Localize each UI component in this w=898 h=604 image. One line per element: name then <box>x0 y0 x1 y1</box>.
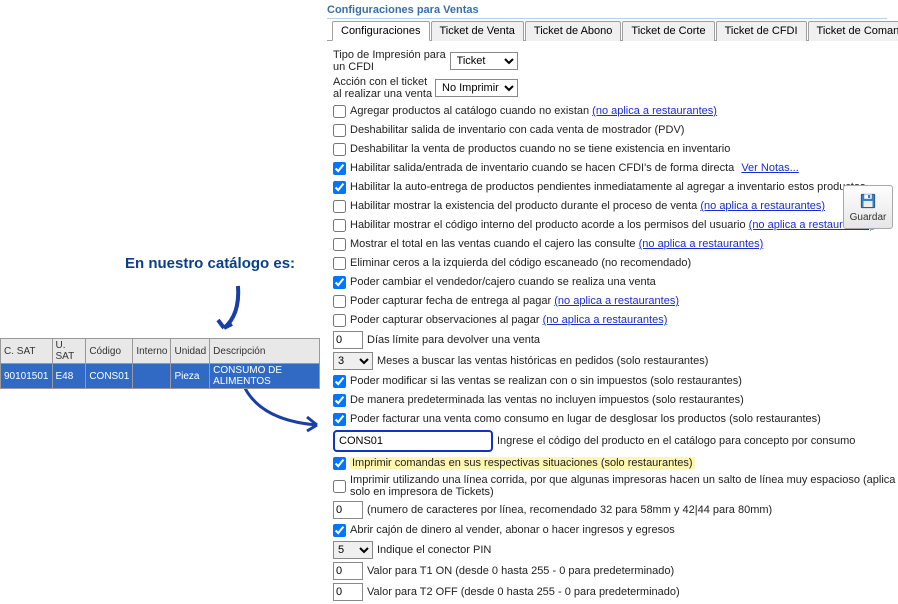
cb-mostrar-total[interactable] <box>333 238 346 251</box>
cell-csat: 90101501 <box>1 364 53 389</box>
cell-interno <box>133 364 171 389</box>
cb-agregar-productos[interactable] <box>333 105 346 118</box>
col-csat: C. SAT <box>1 339 53 364</box>
lbl-predeterminada: De manera predeterminada las ventas no i… <box>350 394 744 406</box>
tab-ticket-venta[interactable]: Ticket de Venta <box>431 21 524 41</box>
cb-deshab-salida[interactable] <box>333 124 346 137</box>
lbl-t2-off: Valor para T2 OFF (desde 0 hasta 255 - 0… <box>367 586 680 598</box>
arrow-down-icon <box>210 280 250 340</box>
tab-ticket-cfdi[interactable]: Ticket de CFDI <box>716 21 807 41</box>
tab-ticket-comanda[interactable]: Ticket de Comanda <box>808 21 898 41</box>
lbl-conector-pin: Indique el conector PIN <box>377 544 491 556</box>
tab-configuraciones[interactable]: Configuraciones <box>332 21 430 41</box>
cb-abrir-cajon[interactable] <box>333 524 346 537</box>
tab-ticket-corte[interactable]: Ticket de Corte <box>622 21 714 41</box>
lbl-habilitar-cfdi: Habilitar salida/entrada de inventario c… <box>350 162 799 174</box>
lbl-abrir-cajon: Abrir cajón de dinero al vender, abonar … <box>350 524 675 536</box>
cb-existencia[interactable] <box>333 200 346 213</box>
select-meses[interactable]: 3 <box>333 352 373 370</box>
link-ver-notas[interactable]: Ver Notas... <box>741 162 798 174</box>
input-dias-devolver[interactable] <box>333 331 363 349</box>
lbl-cambiar-vendedor: Poder cambiar el vendedor/cajero cuando … <box>350 276 656 288</box>
cell-descripcion: CONSUMO DE ALIMENTOS <box>210 364 320 389</box>
cb-deshab-venta[interactable] <box>333 143 346 156</box>
cell-unidad: Pieza <box>171 364 210 389</box>
cell-codigo: CONS01 <box>86 364 133 389</box>
cb-linea-corrida[interactable] <box>333 480 346 493</box>
cb-auto-entrega[interactable] <box>333 181 346 194</box>
cb-habilitar-cfdi[interactable] <box>333 162 346 175</box>
col-descripcion: Descripción <box>210 339 320 364</box>
lbl-agregar-productos: Agregar productos al catálogo cuando no … <box>350 105 717 117</box>
cb-modificar-impuestos[interactable] <box>333 375 346 388</box>
tab-ticket-abono[interactable]: Ticket de Abono <box>525 21 621 41</box>
lbl-t1-on: Valor para T1 ON (desde 0 hasta 255 - 0 … <box>367 565 674 577</box>
cb-fecha-entrega[interactable] <box>333 295 346 308</box>
col-interno: Interno <box>133 339 171 364</box>
cb-observaciones[interactable] <box>333 314 346 327</box>
floppy-disk-icon <box>859 192 877 210</box>
select-accion-ticket[interactable]: No Imprimir <box>435 79 518 97</box>
lbl-observaciones: Poder capturar observaciones al pagar (n… <box>350 314 667 326</box>
lbl-fecha-entrega: Poder capturar fecha de entrega al pagar… <box>350 295 679 307</box>
lbl-meses: Meses a buscar las ventas históricas en … <box>377 355 708 367</box>
lbl-existencia: Habilitar mostrar la existencia del prod… <box>350 200 825 212</box>
catalog-table: C. SAT U. SAT Código Interno Unidad Desc… <box>0 338 320 389</box>
col-codigo: Código <box>86 339 133 364</box>
save-button[interactable]: Guardar <box>843 185 893 229</box>
col-usat: U. SAT <box>52 339 86 364</box>
save-label: Guardar <box>850 212 887 223</box>
lbl-num-caracteres: (numero de caracteres por línea, recomen… <box>367 504 772 516</box>
input-num-caracteres[interactable] <box>333 501 363 519</box>
cb-imprimir-comandas[interactable] <box>333 457 346 470</box>
label-accion-ticket: Acción con el ticket al realizar una ven… <box>333 76 435 100</box>
lbl-mostrar-total: Mostrar el total en las ventas cuando el… <box>350 238 763 250</box>
lbl-codigo-consumo: Ingrese el código del producto en el cat… <box>497 435 855 447</box>
cell-usat: E48 <box>52 364 86 389</box>
lbl-deshab-salida: Deshabilitar salida de inventario con ca… <box>350 124 684 136</box>
lbl-eliminar-ceros: Eliminar ceros a la izquierda del código… <box>350 257 691 269</box>
table-row[interactable]: 90101501 E48 CONS01 Pieza CONSUMO DE ALI… <box>1 364 320 389</box>
input-codigo-consumo[interactable] <box>333 430 493 452</box>
input-t1-on[interactable] <box>333 562 363 580</box>
lbl-facturar-consumo: Poder facturar una venta como consumo en… <box>350 413 821 425</box>
table-header-row: C. SAT U. SAT Código Interno Unidad Desc… <box>1 339 320 364</box>
label-tipo-impresion: Tipo de Impresión para un CFDI <box>333 49 450 73</box>
cb-eliminar-ceros[interactable] <box>333 257 346 270</box>
cb-cambiar-vendedor[interactable] <box>333 276 346 289</box>
select-conector-pin[interactable]: 5 <box>333 541 373 559</box>
tab-bar: Configuraciones Ticket de Venta Ticket d… <box>327 21 898 41</box>
catalog-title: En nuestro catálogo es: <box>125 255 295 272</box>
select-tipo-impresion[interactable]: Ticket <box>450 52 518 70</box>
input-t2-off[interactable] <box>333 583 363 601</box>
lbl-dias-devolver: Días límite para devolver una venta <box>367 334 540 346</box>
lbl-linea-corrida: Imprimir utilizando una línea corrida, p… <box>350 474 898 498</box>
col-unidad: Unidad <box>171 339 210 364</box>
cb-codigo-interno[interactable] <box>333 219 346 232</box>
lbl-codigo-interno: Habilitar mostrar el código interno del … <box>350 219 873 231</box>
lbl-imprimir-comandas: Imprimir comandas en sus respectivas sit… <box>350 457 695 469</box>
group-title: Configuraciones para Ventas <box>327 0 887 19</box>
cb-predeterminada[interactable] <box>333 394 346 407</box>
lbl-auto-entrega: Habilitar la auto-entrega de productos p… <box>350 181 866 193</box>
lbl-deshab-venta: Deshabilitar la venta de productos cuand… <box>350 143 730 155</box>
lbl-modificar-impuestos: Poder modificar si las ventas se realiza… <box>350 375 742 387</box>
cb-facturar-consumo[interactable] <box>333 413 346 426</box>
